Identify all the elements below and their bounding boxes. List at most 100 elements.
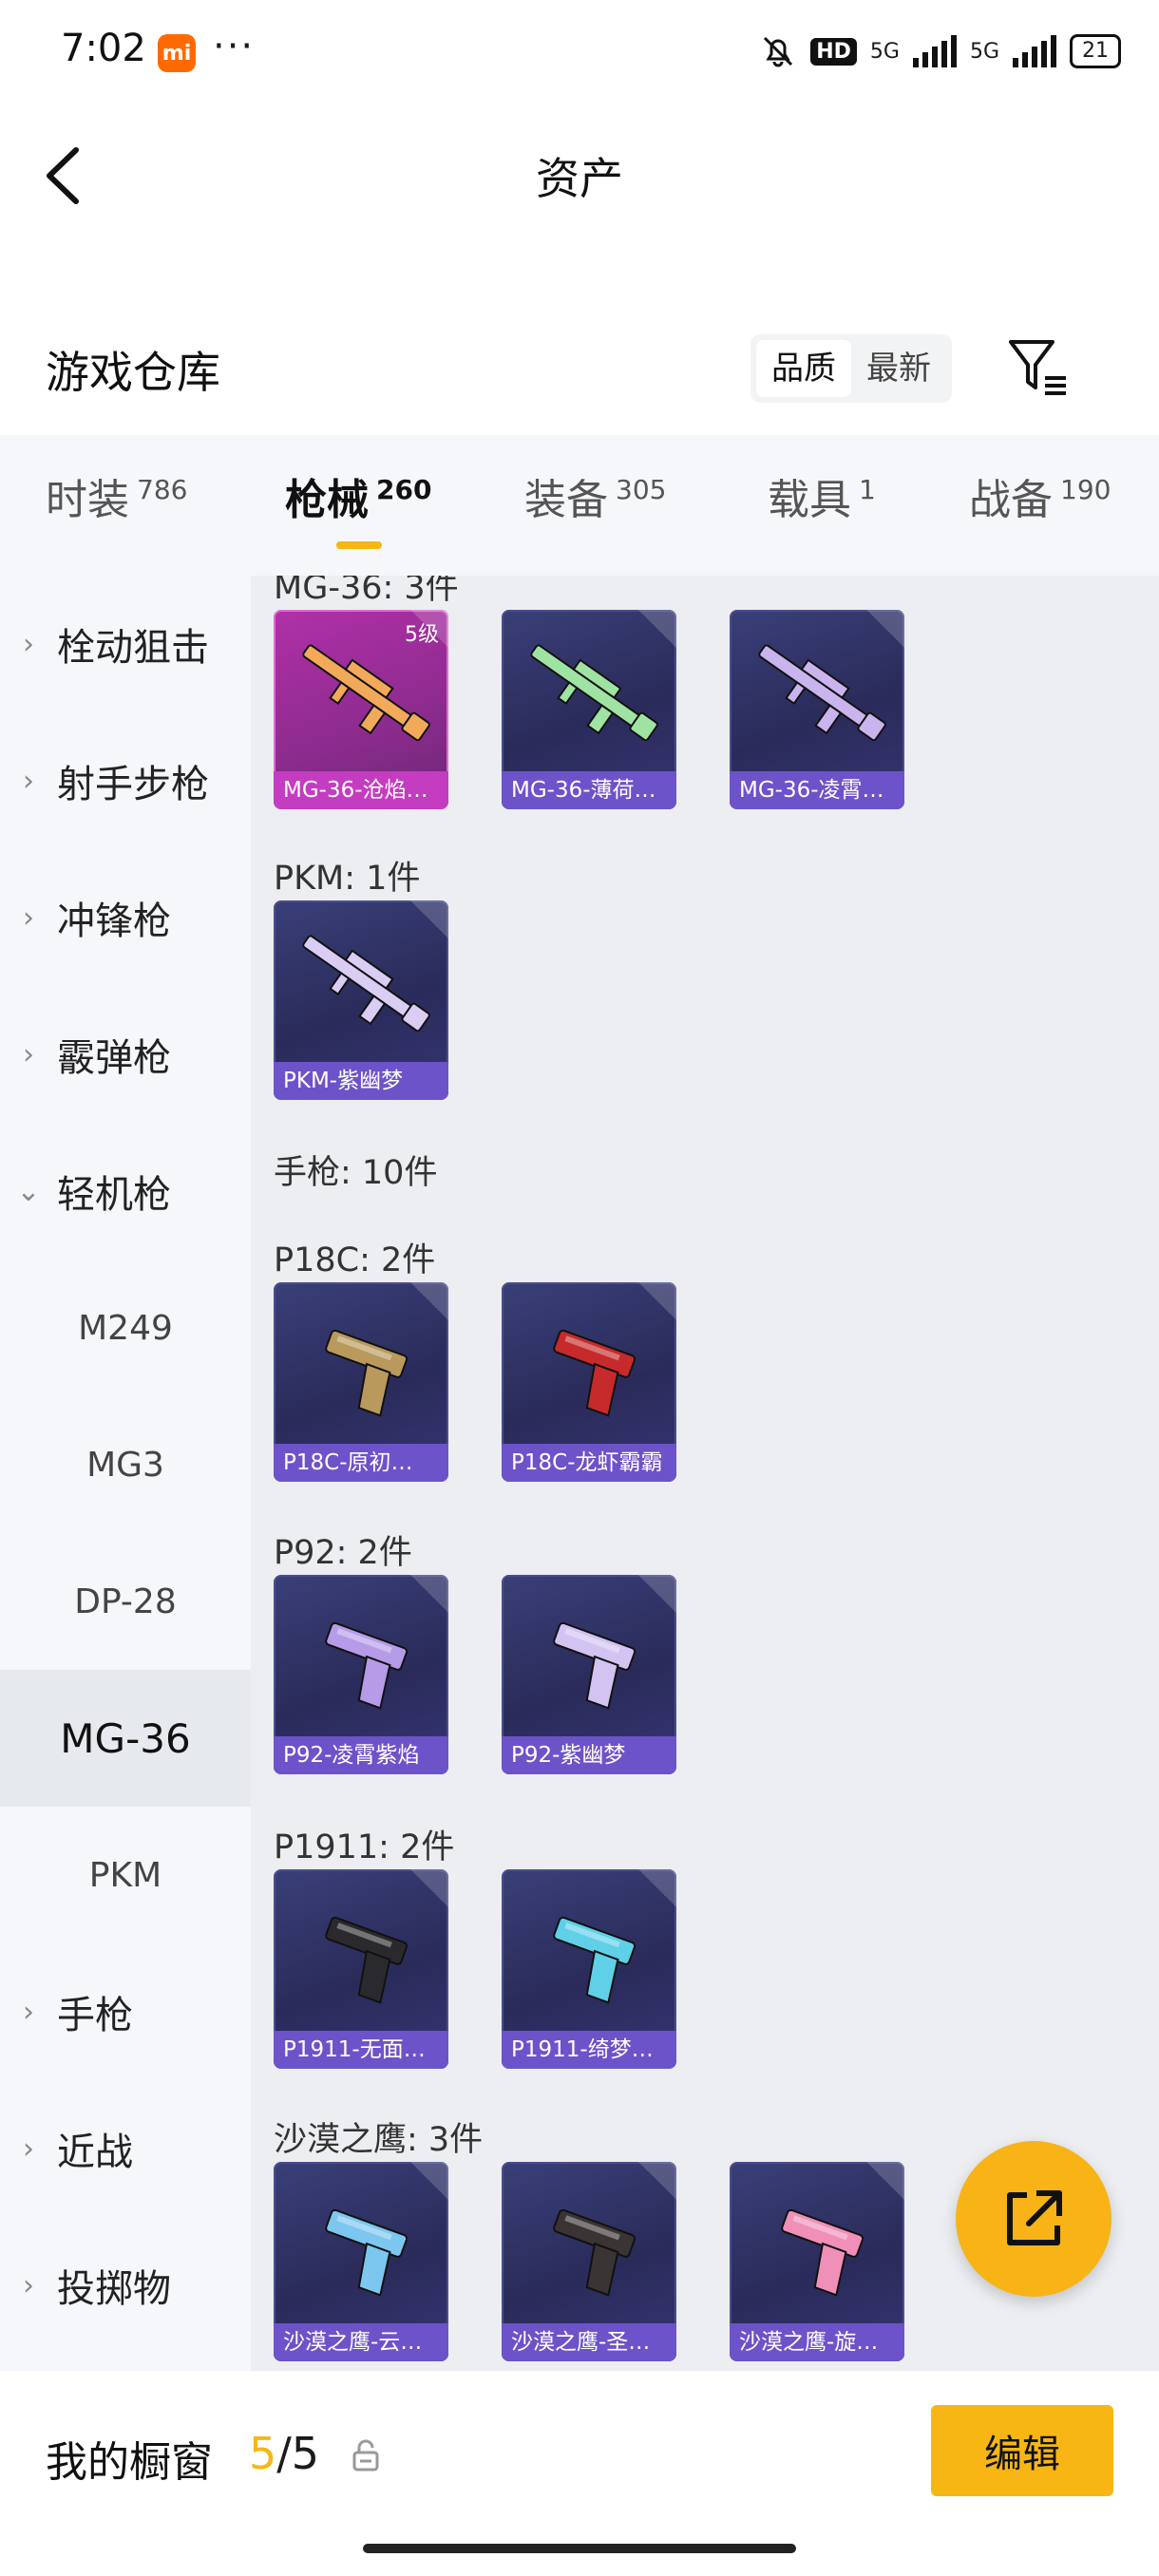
tab-count: 786 [137, 474, 188, 506]
card-corner-decoration [410, 1869, 448, 1907]
card-corner-decoration [638, 2162, 676, 2200]
section-title: 游戏仓库 [46, 347, 220, 398]
sort-newest-button[interactable]: 最新 [851, 340, 946, 397]
weapon-name: MG-36-薄荷… [502, 771, 676, 809]
level-badge: 5级 [405, 623, 439, 647]
sidebar-item-label: 手枪 [57, 1994, 133, 2037]
weapon-grid[interactable]: MG-36: 3件 5级 MG-36-沧焰… MG-36-薄荷… MG-36-凌霄… PK… [251, 576, 1159, 2371]
sidebar-item[interactable]: PKM [0, 1807, 251, 1943]
sidebar-item-label: 栓动狙击 [57, 626, 209, 670]
weapon-card[interactable]: P18C-龙虾霸霸 [502, 1282, 676, 1482]
more-notifications-icon: ··· [213, 25, 256, 68]
tab-label: 枪械 [285, 476, 369, 524]
group-header: MG-36: 3件 [274, 576, 459, 607]
chevron-right-icon: › [23, 900, 34, 935]
weapon-card[interactable]: P1911-绮梦… [502, 1869, 676, 2069]
sidebar-item-label: PKM [88, 1855, 162, 1895]
sidebar-item[interactable]: › 近战 [0, 2080, 251, 2217]
sidebar-item-label: M249 [78, 1308, 173, 1348]
sidebar-item[interactable]: › 手枪 [0, 1943, 251, 2080]
weapon-name: PKM-紫幽梦 [274, 1062, 448, 1100]
tab-tactical[interactable]: 战备 190 [969, 465, 1111, 526]
mute-icon [764, 36, 793, 67]
share-button[interactable] [956, 2141, 1112, 2297]
weapon-card[interactable]: MG-36-凌霄… [730, 610, 904, 809]
card-corner-decoration [638, 1869, 676, 1907]
sidebar-item-label: 射手步枪 [57, 763, 209, 806]
weapon-card[interactable]: MG-36-薄荷… [502, 610, 676, 809]
group-header: 手枪: 10件 [274, 1154, 438, 1192]
tab-label: 载具 [768, 476, 851, 524]
sidebar-item[interactable]: › 射手步枪 [0, 712, 251, 849]
showcase-count: 5/5 [249, 2428, 319, 2479]
card-corner-decoration [638, 610, 676, 648]
weapon-name: MG-36-凌霄… [730, 771, 904, 809]
sort-toggle: 品质 最新 [750, 334, 952, 403]
tab-count: 1 [859, 474, 876, 506]
tab-equipment[interactable]: 装备 305 [524, 465, 666, 526]
tab-label: 时装 [46, 476, 129, 524]
sidebar-item[interactable]: › 霰弹枪 [0, 986, 251, 1123]
hd-badge: HD [810, 37, 857, 66]
sidebar-item-label: MG3 [86, 1445, 164, 1485]
network-label-1: 5G [869, 39, 900, 64]
weapon-card[interactable]: P92-凌霄紫焰 [274, 1575, 448, 1774]
sidebar-item-label: 投掷物 [57, 2267, 171, 2311]
showcase-separator: / [276, 2428, 292, 2479]
sidebar-item[interactable]: MG3 [0, 1396, 251, 1533]
tab-count: 190 [1060, 474, 1112, 506]
weapon-name: 沙漠之鹰-云… [274, 2323, 448, 2361]
edit-button[interactable]: 编辑 [931, 2405, 1113, 2496]
weapon-name: P92-凌霄紫焰 [274, 1736, 448, 1774]
sidebar-item-label: 近战 [57, 2131, 133, 2174]
active-tab-indicator [336, 541, 382, 549]
tab-count: 305 [616, 474, 667, 506]
weapon-category-sidebar[interactable]: › 栓动狙击 › 射手步枪 › 冲锋枪 › 霰弹枪 ⌄ 轻机枪 M249 MG3 DP-28 MG-36 P… [0, 576, 251, 2371]
weapon-card[interactable]: 沙漠之鹰-云… [274, 2162, 448, 2361]
sidebar-item-label: MG-36 [60, 1714, 191, 1762]
sidebar-item-label: 霰弹枪 [57, 1036, 171, 1080]
signal-icon-2 [1013, 35, 1056, 67]
sidebar-item[interactable]: M249 [0, 1260, 251, 1396]
weapon-card[interactable]: P1911-无面… [274, 1869, 448, 2069]
card-corner-decoration [638, 1282, 676, 1320]
sidebar-item[interactable]: DP-28 [0, 1533, 251, 1670]
weapon-card[interactable]: 沙漠之鹰-圣… [502, 2162, 676, 2361]
weapon-card[interactable]: P18C-原初… [274, 1282, 448, 1482]
card-corner-decoration [638, 1575, 676, 1613]
status-time: 7:02 [61, 27, 146, 70]
weapon-name: 沙漠之鹰-旋… [730, 2323, 904, 2361]
sidebar-item-label: 冲锋枪 [57, 900, 171, 943]
card-corner-decoration [866, 610, 904, 648]
sidebar-item[interactable]: ⌄ 轻机枪 [0, 1123, 251, 1260]
weapon-name: P92-紫幽梦 [502, 1736, 676, 1774]
sidebar-item[interactable]: › 冲锋枪 [0, 849, 251, 986]
mi-app-icon: mi [158, 34, 196, 72]
lock-icon [352, 2439, 379, 2472]
tab-label: 战备 [969, 476, 1053, 524]
sidebar-item[interactable]: MG-36 [0, 1670, 251, 1807]
sidebar-item[interactable]: › 投掷物 [0, 2217, 251, 2354]
weapon-card[interactable]: 沙漠之鹰-旋… [730, 2162, 904, 2361]
weapon-card[interactable]: 5级 MG-36-沧焰… [274, 610, 448, 809]
weapon-name: P18C-原初… [274, 1444, 448, 1482]
sort-quality-button[interactable]: 品质 [756, 340, 851, 397]
group-header: 沙漠之鹰: 3件 [274, 2121, 484, 2159]
sidebar-item[interactable]: › 栓动狙击 [0, 576, 251, 712]
weapon-card[interactable]: P92-紫幽梦 [502, 1575, 676, 1774]
signal-icon-1 [912, 35, 957, 67]
chevron-right-icon: › [23, 627, 34, 661]
tab-vehicles[interactable]: 载具 1 [768, 465, 876, 526]
tab-firearms[interactable]: 枪械 260 [285, 465, 431, 526]
page-title: 资产 [536, 153, 623, 204]
chevron-down-icon: ⌄ [16, 1174, 41, 1208]
weapon-name: MG-36-沧焰… [274, 771, 448, 809]
tab-fashion[interactable]: 时装 786 [46, 465, 187, 526]
weapon-card[interactable]: PKM-紫幽梦 [274, 900, 448, 1100]
card-corner-decoration [410, 2162, 448, 2200]
group-header: PKM: 1件 [274, 860, 421, 898]
home-indicator[interactable] [363, 2544, 796, 2553]
filter-icon[interactable] [1007, 336, 1070, 399]
card-corner-decoration [866, 2162, 904, 2200]
card-corner-decoration [410, 1575, 448, 1613]
